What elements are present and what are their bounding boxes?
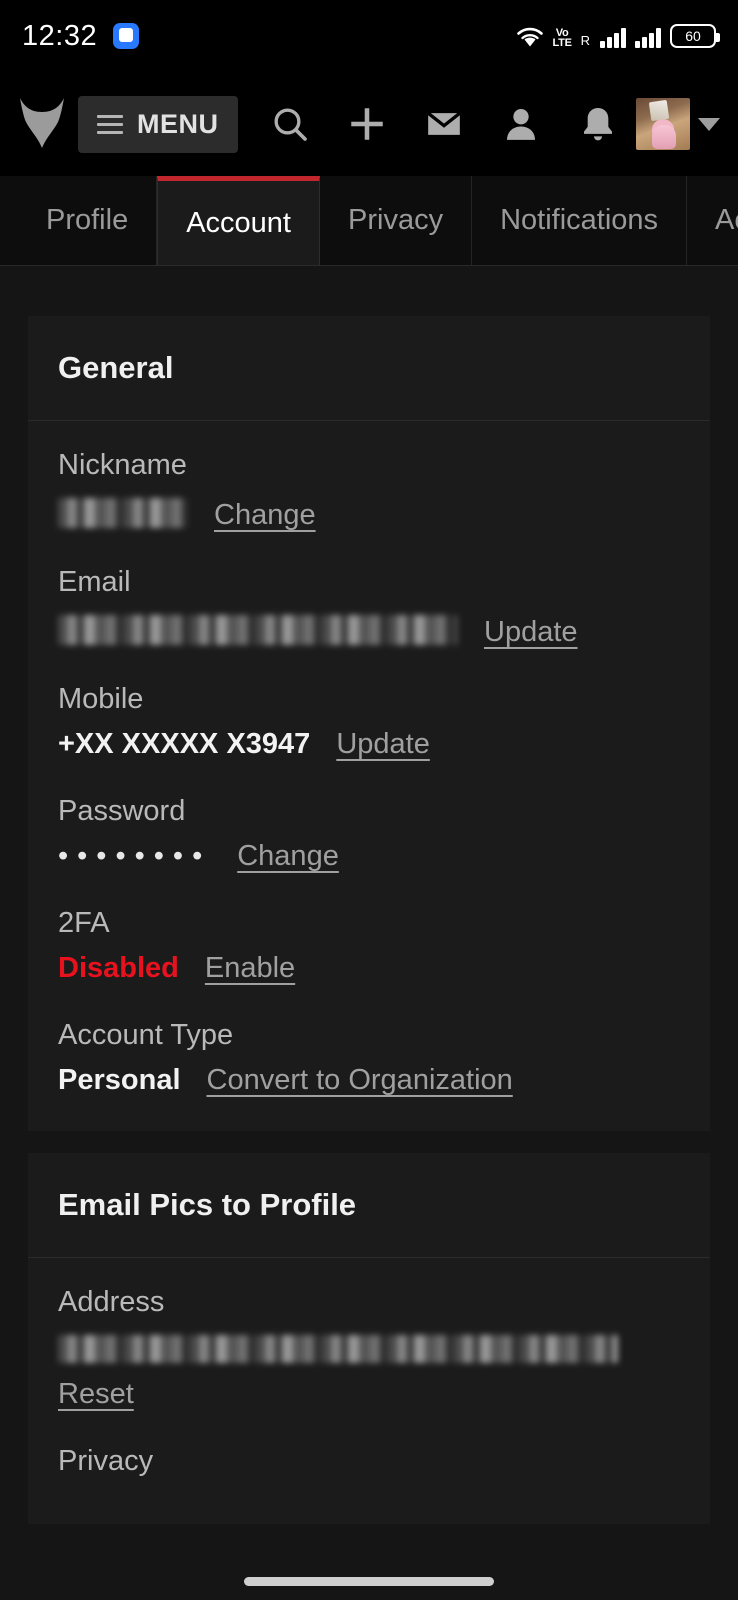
tab-activity[interactable]: Activi (687, 176, 738, 265)
address-reset-link[interactable]: Reset (58, 1378, 134, 1410)
plus-icon[interactable] (328, 91, 405, 157)
mail-icon[interactable] (405, 91, 482, 157)
general-card: General Nickname Change Email Update Mob… (28, 316, 710, 1131)
volte-icon: Vo LTE (552, 27, 572, 49)
field-label: 2FA (58, 907, 110, 939)
nickname-change-link[interactable]: Change (214, 499, 316, 532)
user-icon[interactable] (482, 91, 559, 157)
section-title: Email Pics to Profile (58, 1187, 357, 1222)
field-mobile: Mobile +XX XXXXX X3947 Update (58, 683, 680, 761)
battery-icon: 60 (670, 24, 720, 48)
chevron-down-icon[interactable] (698, 117, 721, 131)
tab-profile[interactable]: Profile (0, 176, 158, 265)
field-2fa: 2FA Disabled Enable (58, 907, 680, 985)
bell-icon[interactable] (559, 91, 636, 157)
settings-content: General Nickname Change Email Update Mob… (0, 266, 738, 1600)
field-privacy: Privacy (58, 1445, 680, 1478)
email-pics-card: Email Pics to Profile Address Reset Priv… (28, 1153, 710, 1524)
battery-percent: 60 (685, 28, 701, 44)
hamburger-icon (97, 114, 123, 134)
field-label: Mobile (58, 683, 144, 715)
tab-privacy[interactable]: Privacy (320, 176, 473, 265)
signal-bars-sim2 (635, 26, 661, 48)
field-password: Password •••••••• Change (58, 795, 680, 873)
search-icon[interactable] (252, 91, 329, 157)
settings-tabbar: Profile Account Privacy Notifications Ac… (0, 176, 738, 266)
email-update-link[interactable]: Update (484, 616, 578, 649)
roaming-indicator: R (580, 33, 590, 48)
2fa-enable-link[interactable]: Enable (205, 952, 295, 985)
account-type-value: Personal (58, 1064, 181, 1096)
field-label: Account Type (58, 1019, 234, 1051)
status-clock: 12:32 (22, 19, 98, 52)
field-label: Nickname (58, 449, 187, 481)
field-label: Password (58, 795, 186, 827)
convert-to-organization-link[interactable]: Convert to Organization (207, 1064, 513, 1097)
mobile-update-link[interactable]: Update (336, 728, 430, 761)
password-masked-value: •••••••• (58, 840, 212, 872)
status-badge: Disabled (58, 952, 179, 984)
wifi-icon (516, 26, 544, 48)
nickname-value-redacted (58, 498, 188, 528)
mobile-value: +XX XXXXX X3947 (58, 728, 311, 760)
status-indicators: Vo LTE R 60 (516, 24, 720, 49)
field-account-type: Account Type Personal Convert to Organiz… (58, 1019, 680, 1097)
status-bar: 12:32 Vo LTE R 60 (0, 0, 738, 72)
signal-bars-sim1 (600, 26, 626, 48)
field-label: Privacy (58, 1445, 154, 1477)
tab-notifications[interactable]: Notifications (472, 176, 688, 265)
field-address: Address Reset (58, 1286, 680, 1411)
menu-button[interactable]: MENU (78, 95, 238, 153)
field-email: Email Update (58, 566, 680, 649)
address-value-redacted (58, 1335, 618, 1363)
page-title: General (58, 350, 174, 385)
general-card-header: General (28, 316, 710, 421)
field-label: Address (58, 1286, 165, 1318)
tab-account[interactable]: Account (157, 176, 320, 265)
general-card-body: Nickname Change Email Update Mobile +XX … (28, 421, 710, 1131)
message-icon (113, 23, 140, 49)
field-nickname: Nickname Change (58, 449, 680, 532)
furaffinity-logo-icon[interactable] (16, 96, 68, 152)
avatar[interactable] (636, 98, 691, 150)
email-value-redacted (58, 615, 458, 645)
app-navbar: MENU (0, 72, 738, 176)
account-menu[interactable] (636, 98, 722, 150)
email-pics-card-body: Address Reset Privacy (28, 1258, 710, 1524)
phone-screen: 12:32 Vo LTE R 60 MENU Profile Account P… (0, 0, 738, 1600)
menu-button-label: MENU (137, 108, 219, 139)
password-change-link[interactable]: Change (237, 840, 339, 873)
gesture-nav-bar[interactable] (244, 1577, 494, 1586)
field-label: Email (58, 566, 131, 598)
email-pics-card-header: Email Pics to Profile (28, 1153, 710, 1258)
